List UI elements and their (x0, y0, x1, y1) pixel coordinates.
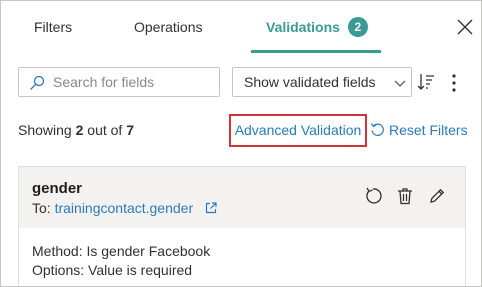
card-header: gender To: trainingcontact.gender (19, 167, 465, 228)
sort-icon[interactable] (417, 73, 435, 91)
summary-shown-count: 2 (75, 122, 84, 138)
results-summary: Showing 2 out of 7 (18, 122, 134, 138)
tab-filters[interactable]: Filters (34, 1, 72, 53)
reset-filters-label: Reset Filters (389, 122, 468, 138)
select-value: Show validated fields (244, 74, 376, 90)
tab-bar: Filters Operations Validations 2 (1, 1, 481, 53)
chevron-down-icon (394, 80, 406, 87)
refresh-icon[interactable] (364, 187, 382, 205)
validations-count-badge: 2 (347, 17, 368, 38)
card-options: Options: Value is required (32, 262, 193, 278)
validation-card: gender To: trainingcontact.gender Method… (18, 166, 466, 286)
card-target: To: trainingcontact.gender (32, 200, 217, 216)
validations-panel: Filters Operations Validations 2 Show va… (0, 0, 482, 287)
edit-icon[interactable] (428, 187, 446, 205)
card-body: Method: Is gender Facebook Options: Valu… (32, 242, 210, 280)
card-field-name: gender (32, 180, 83, 197)
more-icon[interactable] (447, 73, 461, 93)
advanced-validation-label: Advanced Validation (234, 122, 362, 138)
external-link-icon[interactable] (205, 202, 217, 214)
active-tab-indicator (251, 50, 381, 53)
tab-operations-label: Operations (134, 19, 203, 35)
reset-icon (370, 123, 384, 136)
close-icon[interactable] (457, 19, 473, 35)
search-input[interactable] (53, 72, 213, 92)
summary-middle: out of (87, 122, 123, 138)
summary-prefix: Showing (18, 122, 72, 138)
delete-icon[interactable] (396, 187, 414, 205)
tab-validations-label: Validations (266, 19, 340, 35)
tab-validations[interactable]: Validations 2 (266, 1, 368, 53)
summary-total-count: 7 (126, 122, 134, 138)
search-field[interactable] (18, 67, 220, 97)
card-method: Method: Is gender Facebook (32, 243, 211, 259)
validated-fields-select[interactable]: Show validated fields (232, 67, 412, 97)
tab-filters-label: Filters (34, 19, 73, 35)
search-icon (30, 75, 45, 90)
card-target-link[interactable]: trainingcontact.gender (55, 200, 194, 216)
tab-operations[interactable]: Operations (134, 1, 202, 53)
advanced-validation-link[interactable]: Advanced Validation (229, 114, 367, 147)
reset-filters-link[interactable]: Reset Filters (370, 122, 468, 138)
card-target-label: To: (32, 200, 51, 216)
